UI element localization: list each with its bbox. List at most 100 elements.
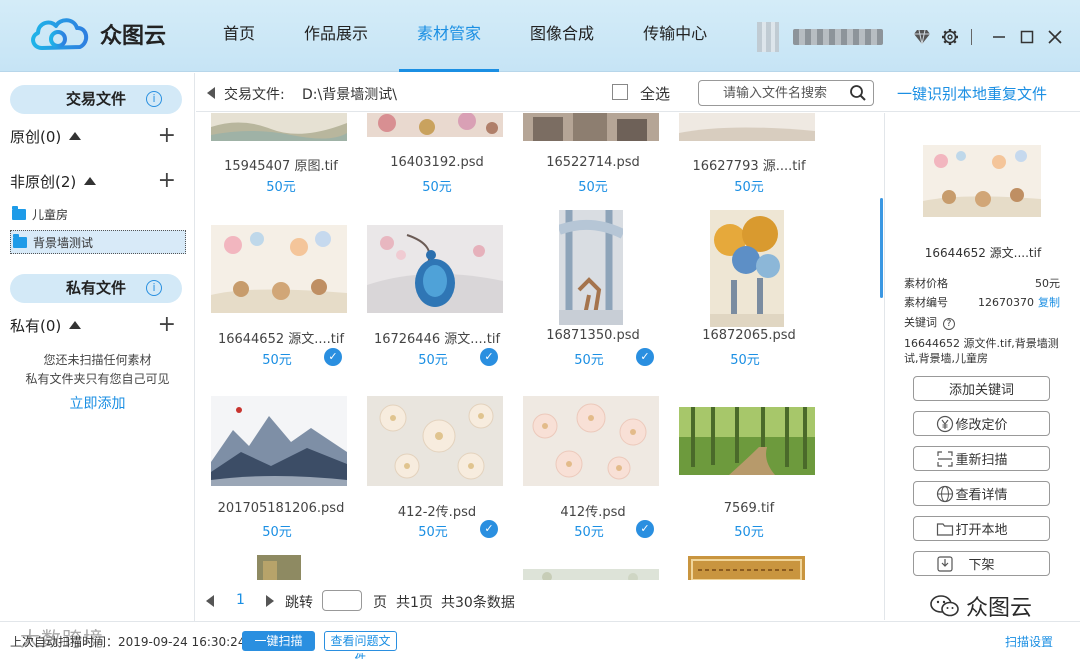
nav-transfer-center[interactable]: 传输中心 <box>625 0 725 72</box>
user-name[interactable] <box>793 29 883 45</box>
nav-works[interactable]: 作品展示 <box>286 0 386 72</box>
next-page-icon[interactable] <box>266 595 274 607</box>
search-input[interactable] <box>723 81 863 105</box>
info-icon[interactable]: i <box>146 280 162 296</box>
info-icon[interactable]: i <box>146 91 162 107</box>
selected-check-icon[interactable]: ✓ <box>480 520 498 538</box>
gear-icon[interactable] <box>939 26 961 48</box>
thumbnail-image[interactable] <box>523 567 659 580</box>
back-arrow-icon[interactable] <box>207 87 215 99</box>
add-non-original-icon[interactable]: + <box>158 168 176 193</box>
original-group[interactable]: 原创(0) + <box>10 123 180 148</box>
thumbnail-image[interactable] <box>367 225 503 313</box>
maximize-icon[interactable] <box>1016 26 1038 48</box>
code-label: 素材编号 <box>904 296 948 309</box>
title-bar: 众图云 首页 作品展示 素材管家 图像合成 传输中心 <box>0 0 1080 72</box>
select-all-checkbox[interactable] <box>612 84 628 100</box>
add-keyword-button[interactable]: 添加关键词 <box>913 376 1050 401</box>
selected-check-icon[interactable]: ✓ <box>324 348 342 366</box>
thumbnail-image[interactable] <box>523 113 659 141</box>
add-original-icon[interactable]: + <box>158 123 176 148</box>
price-row: 素材价格 50元 <box>904 275 1060 291</box>
search-icon[interactable] <box>849 84 867 102</box>
selected-check-icon[interactable]: ✓ <box>636 520 654 538</box>
scan-settings-link[interactable]: 扫描设置 <box>1005 633 1053 650</box>
thumbnail-image[interactable] <box>679 407 815 475</box>
view-details-button[interactable]: 查看详情 <box>913 481 1050 506</box>
thumbnail-image[interactable] <box>679 113 815 141</box>
rescan-button[interactable]: 重新扫描 <box>913 446 1050 471</box>
file-name: 16871350.psd <box>546 328 640 343</box>
total-count: 共30条数据 <box>441 595 515 611</box>
thumbnail-image[interactable] <box>367 574 503 580</box>
nav-home[interactable]: 首页 <box>205 0 273 72</box>
diamond-icon[interactable] <box>911 26 933 48</box>
add-now-link[interactable]: 立即添加 <box>0 393 195 413</box>
thumbnail-image[interactable] <box>688 556 805 580</box>
folder-open-icon <box>936 523 954 536</box>
thumbnail-image[interactable] <box>211 396 347 486</box>
folder-item-kids-room[interactable]: 儿童房 <box>10 202 186 226</box>
thumbnail-image[interactable] <box>367 396 503 486</box>
detect-duplicates-link[interactable]: 一键识别本地重复文件 <box>897 83 1047 104</box>
wechat-icon <box>930 595 959 617</box>
prev-page-icon[interactable] <box>206 595 214 607</box>
non-original-group[interactable]: 非原创(2) + <box>10 168 180 193</box>
thumbnail-image[interactable] <box>523 396 659 486</box>
help-icon[interactable]: ? <box>943 318 955 330</box>
select-all-label[interactable]: 全选 <box>640 83 670 104</box>
trade-files-label: 交易文件 <box>65 90 126 108</box>
open-local-button[interactable]: 打开本地 <box>913 516 1050 541</box>
file-price: 50元 <box>578 180 608 195</box>
file-name: 412传.psd <box>560 505 626 520</box>
close-icon[interactable] <box>1044 26 1066 48</box>
private-group[interactable]: 私有(0) + <box>10 312 180 337</box>
trade-files-section[interactable]: 交易文件 i <box>10 85 182 114</box>
file-name: 15945407 原图.tif <box>224 159 338 174</box>
thumbnail-image[interactable] <box>710 210 784 327</box>
folder-icon <box>12 205 26 220</box>
thumbnail-image[interactable] <box>211 225 347 313</box>
pagination: 1 跳转 页 共1页 共30条数据 <box>196 582 882 620</box>
header-controls <box>757 22 1066 52</box>
file-name: 412-2传.psd <box>397 505 477 520</box>
status-bar: 上次自动扫描时间：2019-09-24 16:30:24 一键扫描 查看问题文件… <box>0 621 1080 659</box>
thumbnail-image[interactable] <box>367 113 503 137</box>
selected-check-icon[interactable]: ✓ <box>636 348 654 366</box>
collapse-arrow-icon[interactable] <box>69 132 82 140</box>
app-name: 众图云 <box>100 24 167 49</box>
thumbnail-image[interactable] <box>211 113 347 141</box>
collapse-arrow-icon[interactable] <box>69 321 82 329</box>
take-down-button[interactable]: 下架 <box>913 551 1050 576</box>
nav-image-compose[interactable]: 图像合成 <box>512 0 612 72</box>
one-click-scan-button[interactable]: 一键扫描 <box>242 631 315 651</box>
price-label: 素材价格 <box>904 277 948 290</box>
modify-price-label: 修改定价 <box>955 418 1008 433</box>
private-files-section[interactable]: 私有文件 i <box>10 274 182 303</box>
page-number[interactable]: 1 <box>236 592 245 608</box>
selected-check-icon[interactable]: ✓ <box>480 348 498 366</box>
globe-icon <box>936 485 954 503</box>
page-jump-input[interactable] <box>322 590 362 611</box>
price-value: 50元 <box>1035 277 1060 290</box>
copy-link[interactable]: 复制 <box>1038 296 1060 309</box>
main-nav: 首页 作品展示 素材管家 图像合成 传输中心 <box>205 0 738 72</box>
thumbnail-image[interactable] <box>559 210 623 325</box>
cloud-logo-icon <box>31 18 89 50</box>
nav-material-manager[interactable]: 素材管家 <box>399 0 500 72</box>
add-private-icon[interactable]: + <box>158 312 176 337</box>
folder-label: 背景墙测试 <box>33 235 94 250</box>
user-avatar[interactable] <box>757 22 779 52</box>
view-issue-files-button[interactable]: 查看问题文件 <box>324 631 397 659</box>
scan-icon <box>937 451 953 467</box>
folder-item-wall-test[interactable]: 背景墙测试 <box>10 230 186 254</box>
watermark-right: 众图云 <box>930 590 1032 622</box>
grid-scrollbar[interactable] <box>880 198 883 298</box>
minimize-icon[interactable] <box>988 26 1010 48</box>
modify-price-button[interactable]: 修改定价 <box>913 411 1050 436</box>
collapse-arrow-icon[interactable] <box>84 177 97 185</box>
app-logo: 众图云 <box>28 14 166 54</box>
thumbnail-image[interactable] <box>257 555 301 580</box>
folder-icon <box>13 233 27 248</box>
file-name: 16726446 源文....tif <box>373 332 501 347</box>
